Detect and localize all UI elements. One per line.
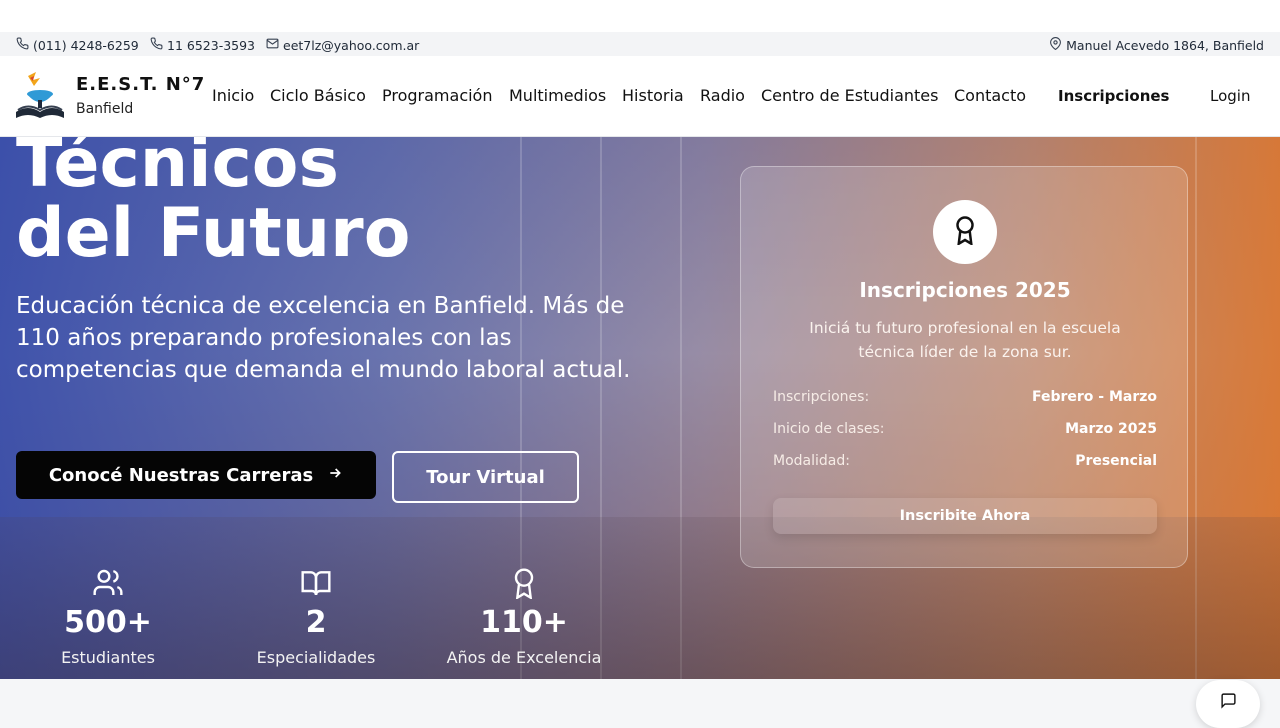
card-title: Inscripciones 2025	[859, 278, 1071, 302]
nav-contacto[interactable]: Contacto	[954, 86, 1026, 105]
phone-contact[interactable]: (011) 4248-6259	[16, 37, 139, 53]
stat-label: Especialidades	[256, 648, 376, 667]
book-open-icon	[226, 567, 406, 599]
virtual-tour-label: Tour Virtual	[426, 466, 545, 488]
row-value: Marzo 2025	[1065, 421, 1157, 437]
main-navbar: E.E.S.T. N°7 Banfield Inicio Ciclo Básic…	[0, 56, 1280, 137]
card-badge	[933, 200, 997, 264]
headline-line-2: del Futuro	[16, 194, 411, 273]
card-row-modality: Modalidad: Presencial	[773, 453, 1157, 469]
school-location: Banfield	[76, 101, 134, 117]
stat-value: 110+	[480, 605, 568, 640]
careers-button[interactable]: Conocé Nuestras Carreras	[16, 451, 376, 499]
row-label: Modalidad:	[773, 453, 850, 469]
mobile-number: 11 6523-3593	[167, 37, 256, 53]
hero-section: Técnicos del Futuro Educación técnica de…	[0, 137, 1280, 679]
virtual-tour-button[interactable]: Tour Virtual	[392, 451, 579, 503]
stat-label: Estudiantes	[61, 648, 155, 667]
address-contact[interactable]: Manuel Acevedo 1864, Banfield	[1049, 37, 1264, 53]
hero-headline: Técnicos del Futuro	[16, 137, 410, 269]
row-value: Febrero - Marzo	[1031, 389, 1157, 405]
stat-value: 500+	[64, 605, 152, 640]
top-spacer	[0, 0, 1280, 32]
map-pin-icon	[1049, 37, 1062, 53]
phone-icon	[16, 37, 29, 53]
login-button[interactable]: Login	[1210, 87, 1250, 105]
email-address: eet7lz@yahoo.com.ar	[283, 37, 420, 53]
nav-inicio[interactable]: Inicio	[212, 86, 254, 105]
stat-specialties: 2 Especialidades	[226, 567, 406, 667]
award-icon	[434, 567, 614, 599]
stat-students: 500+ Estudiantes	[18, 567, 198, 667]
enrollment-card: Inscripciones 2025 Iniciá tu futuro prof…	[740, 166, 1188, 568]
phone-icon	[150, 37, 163, 53]
headline-line-1: Técnicos	[16, 137, 339, 203]
nav-radio[interactable]: Radio	[700, 86, 745, 105]
mobile-contact[interactable]: 11 6523-3593	[150, 37, 255, 53]
row-value: Presencial	[1075, 453, 1157, 469]
stat-value: 2	[305, 605, 327, 640]
enroll-now-button[interactable]: Inscribite Ahora	[773, 498, 1157, 534]
school-logo[interactable]	[14, 70, 66, 122]
row-label: Inicio de clases:	[773, 421, 885, 437]
nav-ciclo-basico[interactable]: Ciclo Básico	[270, 86, 366, 105]
careers-button-label: Conocé Nuestras Carreras	[48, 464, 314, 486]
stat-years: 110+ Años de Excelencia	[434, 567, 614, 667]
enroll-now-label: Inscribite Ahora	[899, 508, 1031, 524]
nav-historia[interactable]: Historia	[622, 86, 684, 105]
mail-icon	[266, 37, 279, 53]
contact-bar: (011) 4248-6259 11 6523-3593 eet7lz@yaho…	[0, 32, 1280, 56]
hero-subtitle: Educación técnica de excelencia en Banfi…	[16, 293, 631, 383]
address-text: Manuel Acevedo 1864, Banfield	[1066, 37, 1264, 53]
row-label: Inscripciones:	[773, 389, 870, 405]
nav-multimedios[interactable]: Multimedios	[509, 86, 606, 105]
users-icon	[18, 567, 198, 599]
card-row-enrollment: Inscripciones: Febrero - Marzo	[773, 389, 1157, 405]
chat-icon	[1220, 692, 1237, 713]
phone-number: (011) 4248-6259	[33, 37, 139, 53]
nav-programacion[interactable]: Programación	[382, 86, 492, 105]
school-name: E.E.S.T. N°7	[76, 74, 206, 95]
card-description: Iniciá tu futuro profesional en la escue…	[809, 319, 1121, 361]
nav-inscripciones-button[interactable]: Inscripciones	[1058, 87, 1169, 105]
card-row-start: Inicio de clases: Marzo 2025	[773, 421, 1157, 437]
chat-button[interactable]	[1196, 680, 1260, 728]
stat-label: Años de Excelencia	[446, 648, 602, 667]
arrow-right-icon	[327, 465, 343, 486]
email-contact[interactable]: eet7lz@yahoo.com.ar	[266, 37, 419, 53]
award-icon	[950, 215, 980, 249]
nav-centro-estudiantes[interactable]: Centro de Estudiantes	[761, 86, 938, 105]
